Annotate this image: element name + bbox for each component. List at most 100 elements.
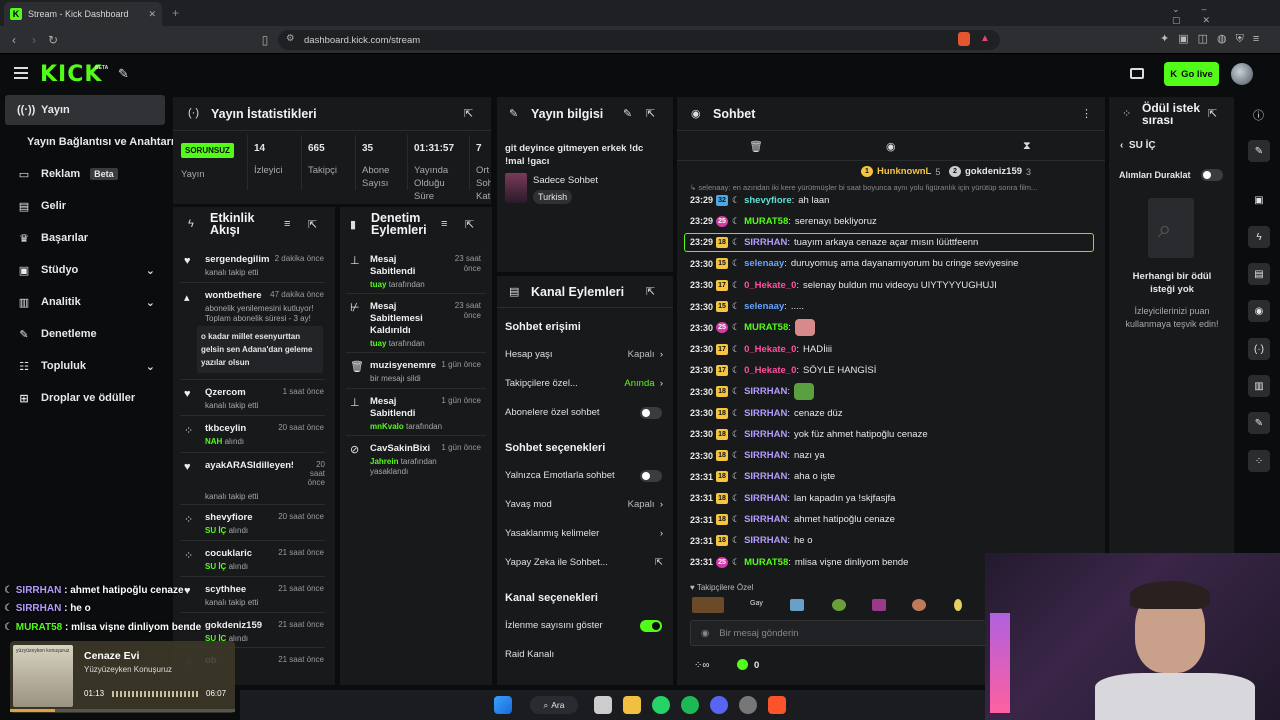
menu-icon[interactable]: [14, 67, 28, 79]
chat-message[interactable]: 23:31 18 ☾ SIRRHAN: aha o işte: [690, 468, 1095, 486]
chat-message[interactable]: 23:30 17 ☾ 0_Hekate_0: selenay buldun mu vid…: [690, 276, 1095, 294]
mod-actor[interactable]: mnKvalo: [370, 422, 404, 431]
chat-username[interactable]: 0_Hekate_0: [744, 365, 796, 376]
chat-username[interactable]: SIRRHAN: [744, 535, 787, 546]
more-icon[interactable]: ⋮: [1081, 107, 1092, 120]
hourglass-icon[interactable]: ⧗: [1023, 140, 1031, 153]
site-info-icon[interactable]: ⚙: [286, 33, 295, 44]
chat-message[interactable]: 23:30 15 ☾ selenaay:.....: [690, 298, 1095, 316]
chat-rail-icon[interactable]: ◉: [1248, 300, 1270, 322]
capture-icon[interactable]: ▣: [1248, 189, 1270, 211]
browser-tab[interactable]: K Stream - Kick Dashboard ✕: [4, 2, 162, 26]
forward-icon[interactable]: ›: [27, 33, 41, 47]
show-viewers-toggle[interactable]: [640, 620, 662, 632]
chat-bubble-icon[interactable]: ◉: [886, 140, 896, 153]
info-icon[interactable]: ⓘ: [1253, 107, 1264, 123]
steam-icon[interactable]: [739, 696, 757, 714]
new-tab-icon[interactable]: +: [172, 6, 179, 20]
doc-rail-icon[interactable]: ▤: [1248, 263, 1270, 285]
banned-words-row[interactable]: Yasaklanmış kelimeler ›: [505, 528, 663, 539]
chat-message[interactable]: 23:30 17 ☾ 0_Hekate_0: SÖYLE HANGİSİ: [690, 361, 1095, 379]
brave-icon[interactable]: [768, 696, 786, 714]
chat-username[interactable]: SIRRHAN: [744, 386, 787, 397]
chat-message[interactable]: 23:31 18 ☾ SIRRHAN: he o: [690, 532, 1095, 550]
actions-rail-icon[interactable]: ▥: [1248, 375, 1270, 397]
url-field[interactable]: ⚙ dashboard.kick.com/stream: [278, 30, 1000, 50]
chat-message[interactable]: 23:31 18 ☾ SIRRHAN: ahmet hatipoğlu cenaze: [690, 511, 1095, 529]
kick-logo[interactable]: KICK: [40, 62, 102, 87]
spotify-icon[interactable]: [681, 696, 699, 714]
emote-7[interactable]: [954, 599, 962, 611]
sidebar-item-studyo[interactable]: ▣ Stüdyo ⌄: [5, 255, 165, 285]
chat-username[interactable]: MURAT58: [744, 322, 788, 333]
chat-username[interactable]: SIRRHAN: [744, 450, 787, 461]
sidebar-item-droplar[interactable]: ⊞ Droplar ve ödüller: [5, 383, 165, 413]
subs-only-toggle[interactable]: [640, 407, 662, 419]
emoji-icon[interactable]: ◉: [701, 628, 709, 639]
chat-username[interactable]: SIRRHAN: [744, 471, 787, 482]
discord-icon[interactable]: [710, 696, 728, 714]
chat-username[interactable]: SIRRHAN: [744, 514, 787, 525]
whatsapp-icon[interactable]: [652, 696, 670, 714]
mod-actor[interactable]: tuay: [370, 339, 386, 348]
chat-message[interactable]: 23:30 18 ☾ SIRRHAN: nazı ya: [690, 447, 1095, 465]
back-icon[interactable]: ‹: [7, 33, 21, 47]
sidebar-item-denetleme[interactable]: ✎ Denetleme: [5, 319, 165, 349]
sidebar-item-topluluk[interactable]: ☷ Topluluk ⌄: [5, 351, 165, 381]
window-controls[interactable]: ⌄–▢✕: [1172, 4, 1280, 26]
chat-username[interactable]: 0_Hekate_0: [744, 344, 796, 355]
mod-actor[interactable]: Jahrein: [370, 457, 398, 466]
chat-username[interactable]: 0_Hekate_0: [744, 280, 796, 291]
rewards-triangle-icon[interactable]: ▲: [980, 33, 990, 44]
sidebar-item-basarilar[interactable]: ♛ Başarılar: [5, 223, 165, 253]
emote-6[interactable]: [912, 599, 926, 611]
chat-username[interactable]: MURAT58: [744, 557, 788, 568]
chat-username[interactable]: selenaay: [744, 258, 784, 269]
followers-only-row[interactable]: Takipçilere özel... Anında ›: [505, 378, 663, 389]
sidebar-item-gelir[interactable]: ▤ Gelir: [5, 191, 165, 221]
popout-icon[interactable]: ⇱: [308, 218, 317, 231]
reload-icon[interactable]: ↻: [46, 33, 60, 47]
avatar[interactable]: [1231, 63, 1253, 85]
chat-username[interactable]: MURAT58: [744, 216, 788, 227]
chat-input[interactable]: ◉ Bir mesaj gönderin: [690, 620, 990, 646]
tools-icon[interactable]: ✎: [118, 66, 129, 82]
popout-icon[interactable]: ⇱: [646, 107, 655, 120]
popout-icon[interactable]: ⇱: [464, 107, 473, 120]
account-age-row[interactable]: Hesap yaşı Kapalı ›: [505, 349, 663, 360]
brave-shield-icon[interactable]: [958, 32, 970, 46]
chat-message[interactable]: 23:30 18 ☾ SIRRHAN:: [690, 383, 1095, 401]
popout-icon[interactable]: ⇱: [465, 218, 474, 231]
edit-rail-icon[interactable]: ✎: [1248, 140, 1270, 162]
sidebar-item-analitik[interactable]: ▥ Analitik ⌄: [5, 287, 165, 317]
infinity-icon[interactable]: ⁘∞: [694, 660, 710, 671]
bolt-rail-icon[interactable]: ϟ: [1248, 226, 1270, 248]
emote-5[interactable]: [872, 599, 886, 611]
filter-icon[interactable]: ≡: [284, 218, 290, 230]
windows-start-icon[interactable]: [494, 696, 512, 714]
activity-user[interactable]: ayakARASIdilleyen55: [205, 460, 293, 471]
ai-chat-row[interactable]: Yapay Zeka ile Sohbet... ⇱: [505, 557, 663, 568]
sidebar-item-stream-key[interactable]: Yayın Bağlantısı ve Anahtarı: [5, 127, 175, 157]
slow-mode-row[interactable]: Yavaş mod Kapalı ›: [505, 499, 663, 510]
reward-back[interactable]: ‹ SU İÇ: [1120, 140, 1156, 151]
chat-message[interactable]: 23:30 18 ☾ SIRRHAN: cenaze düz: [690, 404, 1095, 422]
close-tab-icon[interactable]: ✕: [148, 9, 156, 20]
chat-message[interactable]: 23:30 25 ☾ MURAT58:: [690, 319, 1095, 337]
file-explorer-icon[interactable]: [623, 696, 641, 714]
chat-message[interactable]: 23:29 25 ☾ MURAT58: serenayı bekliyoruz: [690, 212, 1095, 230]
sidebar-item-yayin[interactable]: ((·)) Yayın: [5, 95, 165, 125]
go-live-button[interactable]: K Go live: [1164, 62, 1219, 86]
chat-username[interactable]: selenaay: [744, 301, 784, 312]
edit-icon[interactable]: ✎: [623, 107, 632, 120]
pause-toggle[interactable]: [1201, 169, 1223, 181]
taskbar-search[interactable]: ⌕ Ara: [530, 696, 578, 714]
reward-rail-icon[interactable]: ⁘: [1248, 450, 1270, 472]
chat-message[interactable]: 23:31 18 ☾ SIRRHAN: lan kapadın ya !skjfasjf…: [690, 489, 1095, 507]
emote-gay[interactable]: Gay: [750, 600, 763, 607]
creator-icon[interactable]: [1130, 68, 1144, 79]
trash-icon[interactable]: 🗑: [749, 140, 763, 153]
chat-message[interactable]: 23:30 18 ☾ SIRRHAN: yok füz ahmet hatipoğlu …: [690, 425, 1095, 443]
chat-username[interactable]: SIRRHAN: [744, 429, 787, 440]
browser-toolbar-icons[interactable]: ✦▣◫◍⛨≡: [1160, 32, 1268, 46]
